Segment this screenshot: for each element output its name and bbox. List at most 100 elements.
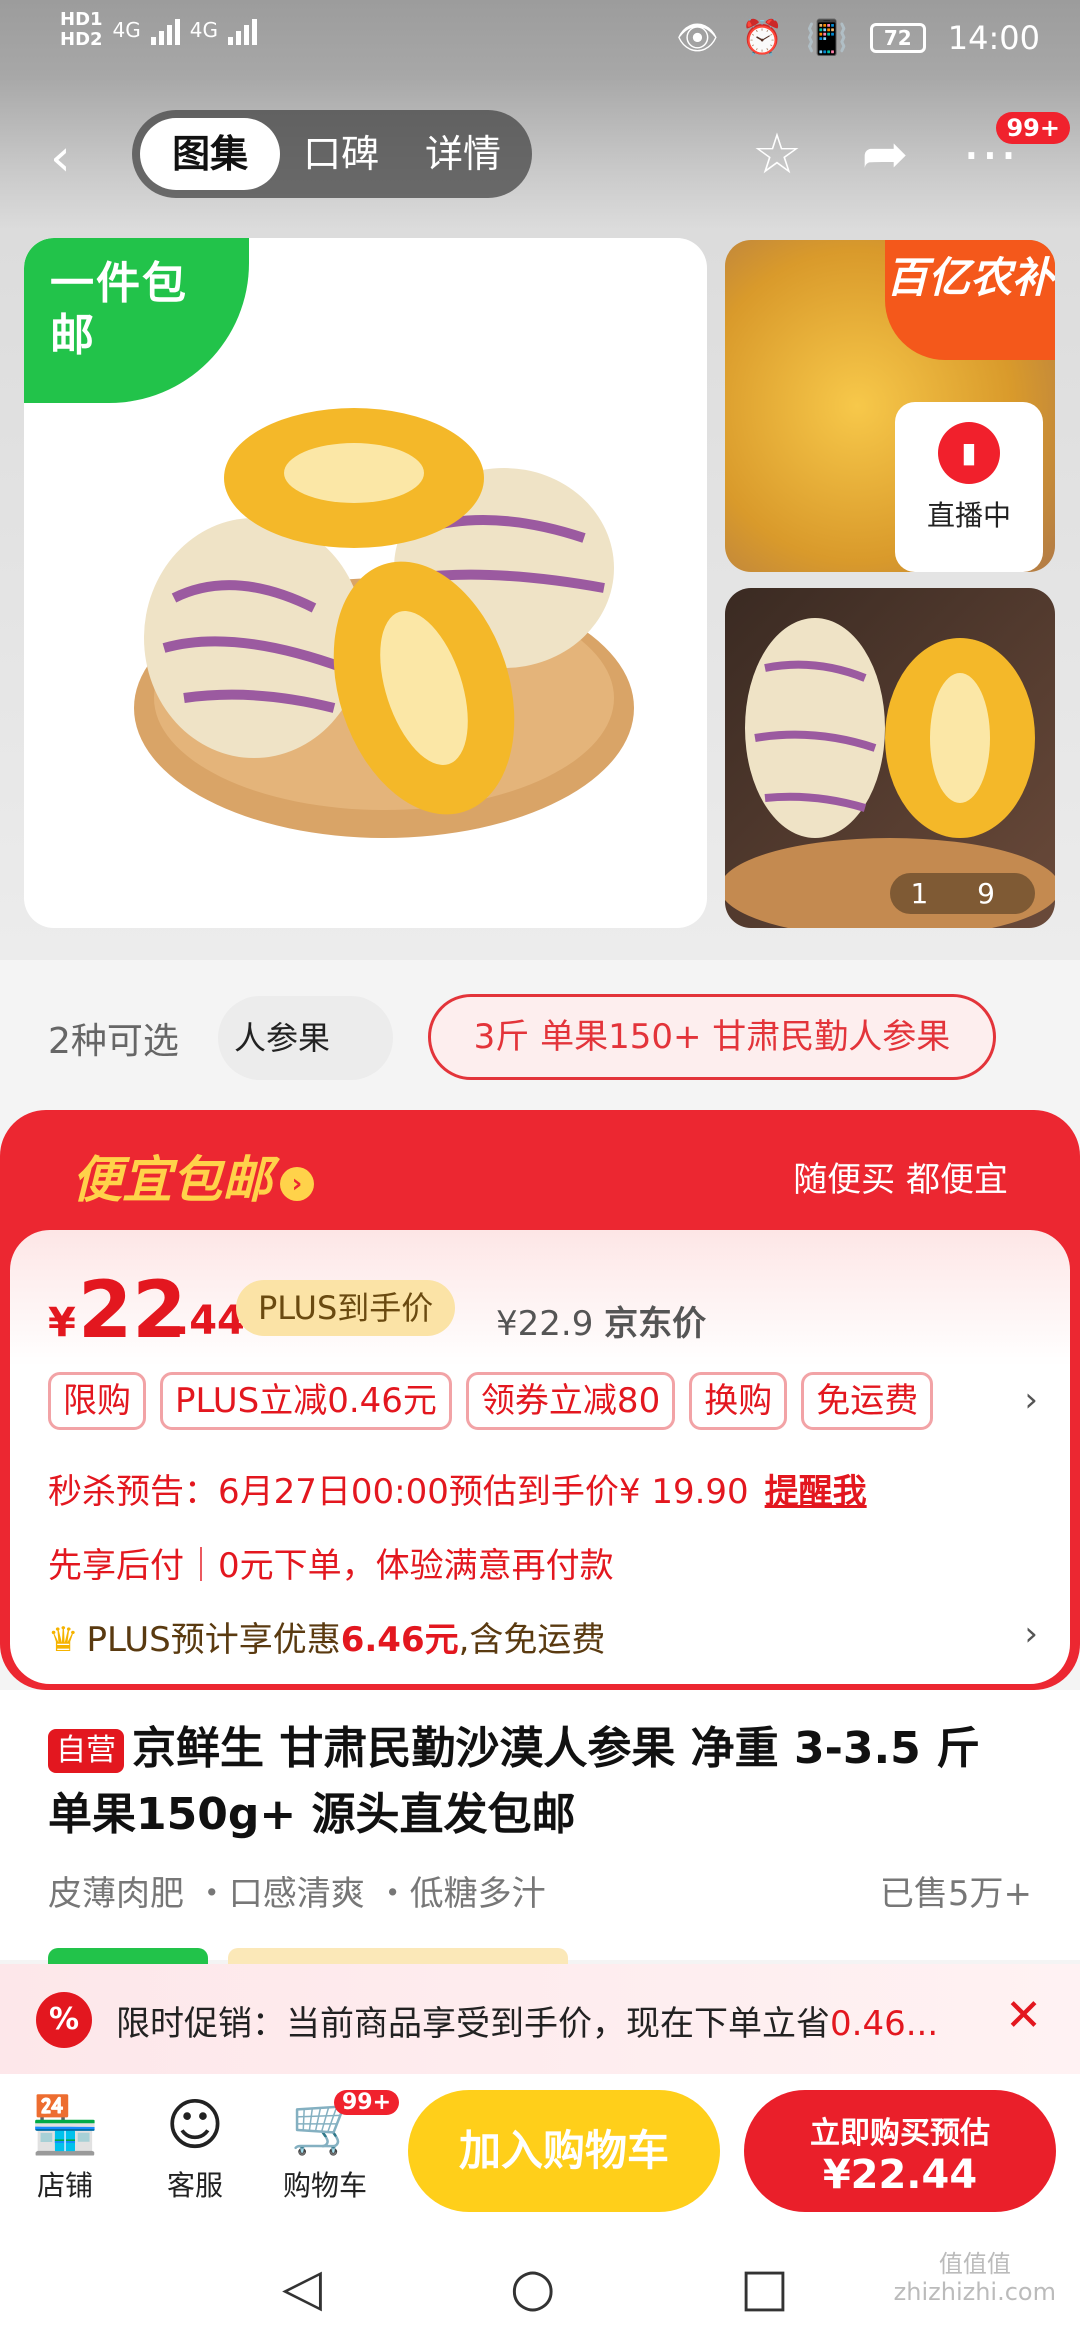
shop-button[interactable]: 🏪 店铺 bbox=[10, 2088, 120, 2204]
promo-slogan: 随便买 都便宜 bbox=[793, 1160, 1008, 1200]
tag-coupon: 领券立减80 bbox=[465, 1372, 676, 1430]
top-header: ‹ 图集 口碑 详情 ☆ ➦ ⋯ 99+ bbox=[0, 80, 1080, 230]
plus-line-amount: 6.46元 bbox=[340, 1620, 459, 1660]
plus-line-a: PLUS预计享优惠 bbox=[86, 1620, 341, 1660]
watermark-line1: 值值值 bbox=[938, 2250, 1011, 2278]
hd1-label: HD1 bbox=[60, 9, 103, 30]
nav-home-icon[interactable]: ○ bbox=[510, 2258, 555, 2318]
nav-recents-icon[interactable]: □ bbox=[740, 2258, 789, 2318]
live-label: 直播中 bbox=[926, 499, 1011, 532]
buy-now-price: ¥22.44 bbox=[822, 2152, 978, 2198]
nav-back-icon[interactable]: ◁ bbox=[282, 2258, 322, 2318]
chevron-right-icon: › bbox=[280, 1166, 314, 1201]
timed-promo-amount: 0.46... bbox=[830, 2004, 939, 2044]
tab-gallery[interactable]: 图集 bbox=[140, 118, 281, 190]
jd-price: ¥22.9 京东价 bbox=[496, 1296, 706, 1345]
service-label: 客服 bbox=[166, 2169, 223, 2202]
seckill-text: 秒杀预告：6月27日00:00预估到手价¥ 19.90 bbox=[48, 1472, 749, 1512]
bottom-action-bar: 🏪 店铺 ☺ 客服 🛒 购物车 99+ 加入购物车 立即购买预估 ¥22.44 bbox=[0, 2074, 1080, 2240]
spec-option-2-selected[interactable]: 3斤 单果150+ 甘肃民勤人参果 bbox=[428, 994, 996, 1080]
product-features: 皮薄肉肥 ・口感清爽 ・低糖多汁 bbox=[48, 1874, 546, 1914]
alarm-icon: ⏰ bbox=[741, 18, 784, 58]
crown-icon: ♛ bbox=[48, 1620, 79, 1660]
add-to-cart-button[interactable]: 加入购物车 bbox=[408, 2090, 720, 2212]
signal-icon bbox=[150, 15, 180, 45]
close-icon[interactable]: ✕ bbox=[1005, 1990, 1042, 2041]
net1-label: 4G bbox=[112, 18, 141, 42]
main-product-image[interactable]: 一件包邮 bbox=[24, 238, 707, 928]
live-icon: ▮ bbox=[938, 422, 1000, 484]
net2-label: 4G bbox=[189, 18, 218, 42]
plus-benefit-line[interactable]: ♛ PLUS预计享优惠6.46元,含免运费 bbox=[48, 1612, 605, 1661]
cart-badge: 99+ bbox=[334, 2090, 400, 2115]
image-gallery: 一件包邮 百亿农补 ▮ 直播中 1 9 bbox=[0, 230, 1080, 960]
promo-tags[interactable]: 限购 PLUS立减0.46元 领券立减80 换购 免运费 bbox=[48, 1372, 934, 1430]
jd-price-label: 京东价 bbox=[604, 1304, 707, 1344]
shop-icon: 🏪 bbox=[30, 2093, 100, 2158]
back-arrow-icon[interactable]: ‹ bbox=[50, 128, 90, 188]
live-button[interactable]: ▮ 直播中 bbox=[895, 402, 1043, 572]
signal-icon-2 bbox=[228, 15, 257, 45]
watermark: 值值值 zhizhizhi.com bbox=[894, 2250, 1056, 2306]
message-badge: 99+ bbox=[996, 112, 1070, 144]
service-button[interactable]: ☺ 客服 bbox=[140, 2088, 250, 2204]
timed-promo-message: 限时促销：当前商品享受到手价，现在下单立省 bbox=[116, 2004, 830, 2044]
tab-details[interactable]: 详情 bbox=[402, 118, 524, 190]
timed-promo-text: 限时促销：当前商品享受到手价，现在下单立省0.46... bbox=[116, 1996, 976, 2045]
self-operated-badge: 自营 bbox=[48, 1729, 124, 1773]
plus-line-b: ,含免运费 bbox=[458, 1620, 606, 1660]
chevron-right-icon[interactable]: › bbox=[1024, 1380, 1038, 1420]
price-integer: 22 bbox=[78, 1266, 187, 1356]
plus-price-badge: PLUS到手价 bbox=[236, 1280, 456, 1336]
side-image-1[interactable]: 百亿农补 ▮ 直播中 bbox=[725, 240, 1055, 572]
chat-icon: ☺ bbox=[165, 2093, 225, 2158]
tag-plus-discount: PLUS立减0.46元 bbox=[160, 1372, 452, 1430]
seckill-notice: 秒杀预告：6月27日00:00预估到手价¥ 19.90 提醒我 bbox=[48, 1464, 867, 1513]
cart-label: 购物车 bbox=[282, 2169, 367, 2202]
star-favorite-icon[interactable]: ☆ bbox=[742, 120, 812, 190]
hd2-label: HD2 bbox=[60, 29, 103, 50]
eye-icon: 👁 bbox=[675, 18, 720, 58]
promo-card: 便宜包邮 › 随便买 都便宜 ¥ 22 .44 PLUS到手价 ¥22.9 京东价… bbox=[0, 1110, 1080, 1690]
spec-option-1[interactable]: 人参果 bbox=[218, 996, 393, 1080]
battery-icon: 72 bbox=[869, 23, 926, 53]
signal-group: HD1 HD2 4G 4G bbox=[60, 10, 257, 50]
cart-button[interactable]: 🛒 购物车 99+ bbox=[270, 2088, 400, 2204]
product-title-text: 京鲜生 甘肃民勤沙漠人参果 净重 3-3.5 斤 单果150g+ 源头直发包邮 bbox=[48, 1723, 981, 1840]
buy-now-button[interactable]: 立即购买预估 ¥22.44 bbox=[744, 2090, 1056, 2212]
pepino-fruit-illustration bbox=[134, 408, 634, 838]
share-icon[interactable]: ➦ bbox=[850, 120, 920, 190]
nongbu-badge: 百亿农补 bbox=[885, 240, 1055, 360]
pay-later-info[interactable]: 先享后付｜0元下单，体验满意再付款 bbox=[48, 1538, 614, 1587]
vibrate-icon: 📳 bbox=[805, 18, 848, 58]
tag-exchange: 换购 bbox=[689, 1372, 788, 1430]
price-currency: ¥ bbox=[48, 1300, 76, 1346]
promo-title-text: 便宜包邮 bbox=[72, 1151, 272, 1209]
buy-now-label: 立即购买预估 bbox=[810, 2116, 990, 2151]
tag-limit: 限购 bbox=[48, 1372, 146, 1430]
spec-count: 2种可选 bbox=[48, 1021, 179, 1062]
promo-title[interactable]: 便宜包邮 › bbox=[72, 1140, 314, 1212]
price-decimal: .44 bbox=[174, 1298, 245, 1344]
jd-price-value: ¥22.9 bbox=[496, 1304, 594, 1344]
spec-selector: 2种可选 人参果 3斤 单果150+ 甘肃民勤人参果 bbox=[0, 960, 1080, 1110]
image-counter: 1 9 bbox=[890, 873, 1035, 914]
side-image-2[interactable]: 1 9 bbox=[725, 588, 1055, 928]
status-right: 👁 ⏰ 📳 72 14:00 bbox=[676, 18, 1040, 58]
watermark-line2: zhizhizhi.com bbox=[893, 2278, 1056, 2306]
product-title: 自营 京鲜生 甘肃民勤沙漠人参果 净重 3-3.5 斤 单果150g+ 源头直发包… bbox=[48, 1716, 1038, 1848]
clock: 14:00 bbox=[947, 19, 1040, 57]
percent-icon: % bbox=[36, 1992, 92, 2048]
sold-count: 已售5万+ bbox=[879, 1874, 1032, 1914]
tag-free-shipping: 免运费 bbox=[801, 1372, 934, 1430]
timed-promo-banner[interactable]: % 限时促销：当前商品享受到手价，现在下单立省0.46... ✕ bbox=[0, 1964, 1080, 2074]
remind-me-link[interactable]: 提醒我 bbox=[765, 1472, 867, 1512]
status-bar: HD1 HD2 4G 4G 👁 ⏰ 📳 72 14:00 bbox=[0, 0, 1080, 80]
hd-indicators: HD1 HD2 bbox=[60, 10, 103, 50]
tab-reviews[interactable]: 口碑 bbox=[280, 118, 402, 190]
shop-label: 店铺 bbox=[36, 2169, 93, 2202]
tab-switcher: 图集 口碑 详情 bbox=[132, 110, 532, 198]
chevron-right-icon[interactable]: › bbox=[1024, 1614, 1038, 1654]
product-info: 自营 京鲜生 甘肃民勤沙漠人参果 净重 3-3.5 斤 单果150g+ 源头直发包… bbox=[0, 1690, 1080, 1988]
price-panel: ¥ 22 .44 PLUS到手价 ¥22.9 京东价 限购 PLUS立减0.46… bbox=[10, 1230, 1070, 1684]
